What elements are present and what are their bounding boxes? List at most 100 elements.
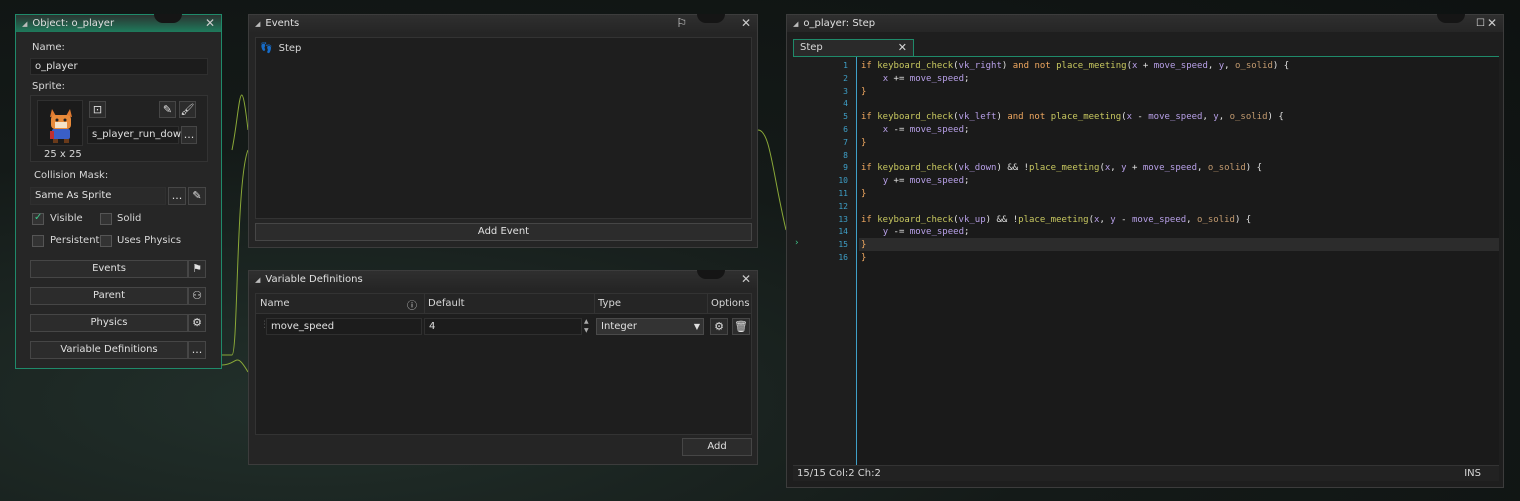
edit-icon: ✎ <box>192 189 202 202</box>
code-area[interactable]: › 1 if keyboard_check(vk_right) and not p… <box>793 56 1499 465</box>
physics-checkbox[interactable] <box>100 235 112 247</box>
code-line[interactable]: } <box>861 188 866 201</box>
collapse-icon[interactable]: ◢ <box>255 276 260 284</box>
chevron-down-icon: ▼ <box>693 322 700 331</box>
collapse-icon[interactable]: ◢ <box>793 20 798 28</box>
sprite-browse-button[interactable]: ... <box>181 126 197 144</box>
collision-edit-button[interactable]: ✎ <box>188 187 206 205</box>
titlebar-notch <box>1437 14 1465 23</box>
code-line[interactable]: } <box>861 86 866 99</box>
events-flag-button[interactable]: ⚑ <box>188 260 206 278</box>
close-icon[interactable]: ✕ <box>898 40 907 55</box>
close-icon[interactable]: ✕ <box>1487 15 1497 32</box>
help-icon[interactable]: ⓘ <box>407 297 417 312</box>
var-type-select[interactable]: Integer ▼ <box>596 318 704 335</box>
persistent-checkbox[interactable] <box>32 235 44 247</box>
event-label: Step <box>278 43 302 54</box>
variable-definitions-panel: ◢ Variable Definitions ✕ Name ⓘ Default T… <box>248 270 758 465</box>
sprite-box: 25 x 25 ⊡ ✎ 🖌 s_player_run_down ... <box>30 95 208 162</box>
code-line[interactable]: if keyboard_check(vk_up) && !place_meeti… <box>861 214 1251 227</box>
code-line[interactable]: } <box>861 252 866 265</box>
col-default: Default <box>428 298 465 309</box>
visible-checkbox[interactable] <box>32 212 44 225</box>
var-delete-button[interactable]: 🗑 <box>732 318 750 335</box>
var-settings-button[interactable]: ⚙ <box>710 318 728 335</box>
collision-field[interactable]: Same As Sprite <box>30 187 166 205</box>
line-number: 7 <box>843 137 848 147</box>
line-number: 8 <box>843 150 848 160</box>
insert-mode: INS <box>1464 468 1481 479</box>
collapse-icon[interactable]: ◢ <box>255 20 260 28</box>
line-number: 5 <box>843 112 848 122</box>
add-event-button[interactable]: Add Event <box>255 223 752 241</box>
cursor-position: 15/15 Col:2 Ch:2 <box>797 468 881 479</box>
col-divider <box>707 294 708 314</box>
collision-browse-button[interactable]: ... <box>168 187 186 205</box>
line-number: 1 <box>843 61 848 70</box>
events-titlebar[interactable]: ◢ Events ⚐ ✕ <box>249 14 757 32</box>
parent-icon-button[interactable]: ⚇ <box>188 287 206 305</box>
solid-checkbox[interactable] <box>100 213 112 225</box>
trash-icon: 🗑 <box>734 320 748 333</box>
tab-label: Step <box>800 42 823 53</box>
physics-gear-button[interactable]: ⚙ <box>188 314 206 332</box>
line-number: 10 <box>838 176 848 186</box>
gear-icon: ⚙ <box>714 320 724 333</box>
flag-icon[interactable]: ⚐ <box>676 15 687 32</box>
sprite-size: 25 x 25 <box>44 149 82 160</box>
close-icon[interactable]: ✕ <box>741 15 751 32</box>
var-name-field[interactable]: move_speed <box>266 318 422 335</box>
col-divider <box>594 294 595 314</box>
object-titlebar[interactable]: ◢ Object: o_player ✕ <box>16 14 221 32</box>
events-list: 👣 Step <box>255 37 752 219</box>
close-icon[interactable]: ✕ <box>741 271 751 288</box>
code-line[interactable]: y -= move_speed; <box>861 226 970 239</box>
events-button[interactable]: Events <box>30 260 188 278</box>
code-line[interactable]: x -= move_speed; <box>861 124 970 137</box>
stepper-icon[interactable]: ▲ ▼ <box>584 317 589 335</box>
collision-label: Collision Mask: <box>34 170 109 181</box>
variable-definitions-button[interactable]: Variable Definitions <box>30 341 188 359</box>
paint-sprite-button[interactable]: 🖌 <box>179 101 196 118</box>
close-icon[interactable]: ✕ <box>205 15 215 32</box>
collapse-icon[interactable]: ◢ <box>22 20 27 28</box>
code-line[interactable]: if keyboard_check(vk_down) && !place_mee… <box>861 162 1262 175</box>
add-variable-button[interactable]: Add <box>682 438 752 456</box>
sprite-preview[interactable] <box>37 100 83 146</box>
object-panel: ◢ Object: o_player ✕ Name: o_player Sprit… <box>15 14 222 369</box>
events-panel: ◢ Events ⚐ ✕ 👣 Step Add Event <box>248 14 758 248</box>
variables-more-button[interactable]: ... <box>188 341 206 359</box>
maximize-icon[interactable]: ☐ <box>1476 15 1485 32</box>
vars-titlebar[interactable]: ◢ Variable Definitions ✕ <box>249 270 757 288</box>
gear-icon: ⚙ <box>192 316 202 329</box>
code-line[interactable]: if keyboard_check(vk_right) and not plac… <box>861 60 1289 73</box>
col-options: Options <box>711 298 750 309</box>
parent-button[interactable]: Parent <box>30 287 188 305</box>
code-line[interactable]: y += move_speed; <box>861 175 970 188</box>
line-number: 12 <box>838 201 848 211</box>
code-line[interactable]: x += move_speed; <box>861 73 970 86</box>
code-line[interactable]: } <box>861 137 866 150</box>
event-item-step[interactable]: 👣 Step <box>260 41 301 57</box>
edit-sprite-button[interactable]: ✎ <box>159 101 176 118</box>
name-field[interactable]: o_player <box>30 58 208 75</box>
new-sprite-button[interactable]: ⊡ <box>89 101 106 118</box>
titlebar-notch <box>697 14 725 23</box>
sprite-name-field[interactable]: s_player_run_down <box>87 126 187 144</box>
physics-button[interactable]: Physics <box>30 314 188 332</box>
code-titlebar[interactable]: ◢ o_player: Step ☐ ✕ <box>787 14 1503 32</box>
var-type-value: Integer <box>601 321 637 332</box>
persistent-label: Persistent <box>50 235 100 246</box>
visible-label: Visible <box>50 213 83 224</box>
line-number: 3 <box>843 86 848 96</box>
hierarchy-icon: ⚇ <box>192 289 202 302</box>
code-line[interactable]: if keyboard_check(vk_left) and not place… <box>861 111 1284 124</box>
vars-header: Name ⓘ Default Type Options <box>256 294 751 314</box>
line-number: 6 <box>843 125 848 134</box>
code-line[interactable]: } <box>861 239 866 252</box>
object-title: Object: o_player <box>32 18 115 29</box>
tab-step[interactable]: Step ✕ <box>793 39 914 56</box>
fox-sprite-icon <box>50 109 72 143</box>
code-title: o_player: Step <box>803 18 876 29</box>
var-default-field[interactable]: 4 <box>424 318 582 335</box>
